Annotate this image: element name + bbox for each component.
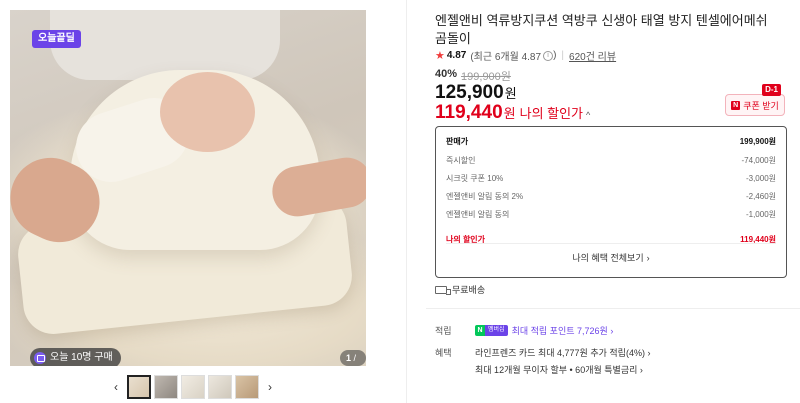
product-title: 엔젤앤비 역류방지쿠션 역방쿠 신생아 태열 방지 텐셀에어메쉬 곰돌이 (435, 13, 768, 46)
product-gallery: 오늘끝딜 오늘 10명 구매 1 / 11 ‹ › (0, 0, 368, 403)
shopping-bag-icon (34, 352, 46, 364)
installment-text: 최대 12개월 무이자 할부 • 60개월 특별금리 (475, 365, 638, 375)
points-label: 적립 (435, 326, 452, 336)
chevron-right-icon: › (639, 365, 643, 375)
chevron-right-icon: › (647, 348, 651, 358)
thumbnail-3[interactable] (181, 375, 205, 399)
view-all-benefits-button[interactable]: 나의 혜택 전체보기 › (446, 243, 776, 271)
info-circle-icon[interactable]: i (543, 50, 554, 61)
thumbnail-4[interactable] (208, 375, 232, 399)
breakdown-row: 시크릿 쿠폰 10% -3,000원 (446, 169, 776, 187)
image-counter-current: 1 (346, 353, 352, 363)
reviews-link[interactable]: 620건 리뷰 (569, 48, 616, 63)
coupon-button-label: 쿠폰 받기 (743, 100, 779, 111)
chevron-right-icon: › (610, 326, 614, 336)
breakdown-label: 즉시할인 (446, 155, 476, 165)
breakdown-label: 엔젤앤비 알림 동의 (446, 209, 510, 219)
photo-pillow (50, 10, 280, 80)
breakdown-row: 즉시할인 -74,000원 (446, 151, 776, 169)
thumbnail-1[interactable] (127, 375, 151, 399)
rating-close-paren: ) (553, 50, 557, 61)
today-deal-badge: 오늘끝딜 (32, 30, 81, 48)
my-price-label: 나의 할인가 (519, 106, 584, 121)
card-benefit-line[interactable]: 라인프렌즈 카드 최대 4,777원 추가 적립(4%) › (475, 346, 650, 359)
breakdown-value: -3,000원 (745, 173, 776, 183)
breakdown-row: 엔젤앤비 알림 동의 -1,000원 (446, 205, 776, 223)
main-product-image[interactable]: 오늘끝딜 오늘 10명 구매 1 / 11 (10, 10, 366, 366)
breakdown-label: 판매가 (446, 136, 469, 146)
points-row: 적립 N 멤버십 최대 적립 포인트 7,726원 › (435, 324, 613, 337)
image-counter: 1 / 11 (340, 350, 366, 366)
coupon-logo-icon: N (731, 100, 741, 110)
buyers-count-text: 오늘 10명 구매 (50, 352, 113, 363)
thumbnail-2[interactable] (154, 375, 178, 399)
photo-baby-head (160, 72, 255, 152)
breakdown-label: 시크릿 쿠폰 10% (446, 173, 504, 183)
sale-price-unit: 원 (504, 86, 517, 101)
sale-price: 125,900 (435, 82, 504, 103)
naver-n-icon: N (475, 325, 485, 336)
breakdown-value: -2,460원 (745, 191, 776, 201)
breakdown-label: 엔젤앤비 알림 동의 2% (446, 191, 524, 201)
coupon-button[interactable]: N 쿠폰 받기 (725, 94, 785, 116)
breakdown-value: -74,000원 (741, 155, 777, 165)
breakdown-row-sale: 판매가 199,900원 (446, 131, 776, 151)
max-points-link[interactable]: 최대 적립 포인트 7,726원 › (512, 324, 614, 337)
buyers-count-pill: 오늘 10명 구매 (30, 348, 121, 366)
card-benefit-text: 라인프렌즈 카드 최대 4,777원 추가 적립(4%) (475, 348, 645, 358)
separator: | (561, 50, 565, 61)
thumbnail-strip: ‹ › (108, 374, 278, 400)
my-price: 119,440 (435, 102, 503, 123)
shipping-label: 무료배송 (452, 285, 486, 295)
installment-line[interactable]: 최대 12개월 무이자 할부 • 60개월 특별금리 › (475, 363, 650, 376)
rating-row: ★ 4.87 (최근 6개월 4.87 i ) | 620건 리뷰 (435, 48, 616, 63)
star-icon: ★ (435, 50, 445, 62)
naver-plus-badge: N 멤버십 (475, 325, 508, 336)
coupon-area: N 쿠폰 받기 D-1 (725, 84, 785, 116)
truck-icon (435, 285, 451, 295)
card-benefit-lines: 라인프렌즈 카드 최대 4,777원 추가 적립(4%) › 최대 12개월 무… (475, 346, 650, 376)
price-breakdown-box: 판매가 199,900원 즉시할인 -74,000원 시크릿 쿠폰 10% -3… (435, 126, 787, 278)
rating-value: 4.87 (446, 50, 467, 61)
chevron-right-icon: › (646, 252, 650, 263)
chevron-left-icon[interactable]: ‹ (108, 374, 124, 400)
breakdown-value: -1,000원 (745, 209, 776, 219)
shipping-row: 무료배송 (435, 283, 485, 296)
section-divider (426, 308, 800, 309)
thumbnail-5[interactable] (235, 375, 259, 399)
rating-recent: (최근 6개월 4.87 (470, 52, 542, 63)
membership-label: 멤버십 (485, 325, 508, 336)
view-all-benefits-label: 나의 혜택 전체보기 (572, 253, 644, 263)
chevron-up-icon[interactable]: ^ (586, 110, 590, 120)
breakdown-row: 엔젤앤비 알림 동의 2% -2,460원 (446, 187, 776, 205)
breakdown-value: 199,900원 (739, 136, 776, 146)
max-points-text: 최대 적립 포인트 7,726원 (511, 326, 608, 336)
column-divider (406, 0, 407, 403)
my-price-row[interactable]: 119,440 원 나의 할인가 ^ (435, 102, 590, 124)
card-benefit-row: 혜택 라인프렌즈 카드 최대 4,777원 추가 적립(4%) › 최대 12개… (435, 346, 650, 376)
coupon-deadline-tag: D-1 (762, 84, 781, 96)
sale-price-row: 125,900 원 (435, 82, 517, 104)
my-price-unit: 원 (503, 106, 516, 121)
card-benefit-label: 혜택 (435, 348, 452, 358)
chevron-right-icon[interactable]: › (262, 374, 278, 400)
